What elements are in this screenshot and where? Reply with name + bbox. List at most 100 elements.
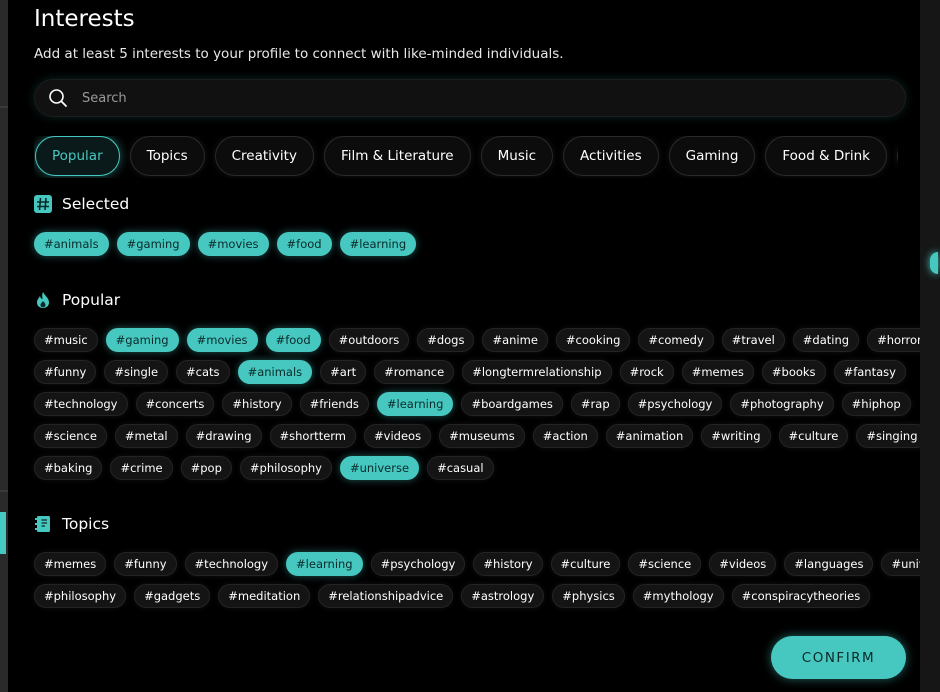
background-accent-tab [0, 512, 6, 554]
interest-tag[interactable]: #pop [180, 456, 232, 480]
search-input[interactable] [82, 90, 882, 106]
section-title-popular: Popular [62, 291, 121, 309]
interest-tag[interactable]: #shortterm [269, 424, 357, 448]
hashtag-icon [34, 195, 52, 213]
interest-tag[interactable]: #food [276, 232, 332, 256]
interest-tag[interactable]: #crime [110, 456, 173, 480]
popular-section-header: Popular [34, 291, 120, 309]
interest-tag[interactable]: #gadgets [134, 584, 211, 608]
interest-tag[interactable]: #science [34, 424, 107, 448]
interest-tag[interactable]: #single [104, 360, 169, 384]
tab-topics[interactable]: Topics [129, 136, 205, 176]
interest-tag[interactable]: #meditation [218, 584, 311, 608]
interest-tag[interactable]: #singing [856, 424, 920, 448]
interest-tag[interactable]: #animals [237, 360, 313, 384]
tab-pets[interactable]: Pets [896, 136, 898, 176]
interest-tag[interactable]: #philosophy [34, 584, 127, 608]
interest-tag[interactable]: #mythology [632, 584, 724, 608]
interest-tag[interactable]: #casual [427, 456, 494, 480]
interest-tag[interactable]: #movies [197, 232, 269, 256]
interest-tag[interactable]: #comedy [638, 328, 714, 352]
interest-tag[interactable]: #memes [34, 552, 107, 576]
interest-tag[interactable]: #astrology [461, 584, 545, 608]
interest-tag[interactable]: #videos [364, 424, 432, 448]
interest-tag[interactable]: #anime [482, 328, 548, 352]
interest-tag[interactable]: #cooking [555, 328, 631, 352]
interest-tag[interactable]: #memes [681, 360, 754, 384]
interest-tag[interactable]: #boardgames [461, 392, 563, 416]
interest-tag[interactable]: #funny [114, 552, 177, 576]
popular-tag-row: #technology #concerts #history #friends #lea… [34, 392, 911, 416]
interest-tag[interactable]: #cats [176, 360, 230, 384]
tab-film-literature[interactable]: Film & Literature [323, 136, 471, 176]
selected-tag-row: #animals #gaming #movies #food #learning [34, 232, 417, 256]
interest-tag[interactable]: #learning [339, 232, 417, 256]
interest-tag[interactable]: #culture [550, 552, 621, 576]
interest-tag[interactable]: #museums [439, 424, 525, 448]
interest-tag[interactable]: #outdoors [328, 328, 410, 352]
popular-tag-row: #baking #crime #pop #philosophy #universe #ca… [34, 456, 494, 480]
background-app-edge-right [920, 0, 940, 692]
topics-tag-row: #philosophy #gadgets #meditation #relations… [34, 584, 871, 608]
interest-tag[interactable]: #animation [605, 424, 694, 448]
interest-tag[interactable]: #food [265, 328, 321, 352]
interest-tag[interactable]: #movies [186, 328, 258, 352]
interest-tag[interactable]: #rock [619, 360, 674, 384]
interest-tag[interactable]: #concerts [135, 392, 215, 416]
interest-tag[interactable]: #romance [374, 360, 455, 384]
section-title-topics: Topics [62, 515, 110, 533]
divider [0, 106, 8, 108]
interest-tag[interactable]: #gaming [116, 232, 190, 256]
search-bar[interactable] [34, 79, 906, 117]
interest-tag[interactable]: #funny [34, 360, 97, 384]
interest-tag[interactable]: #technology [34, 392, 128, 416]
interest-tag[interactable]: #writing [701, 424, 771, 448]
interest-tag[interactable]: #gaming [105, 328, 179, 352]
confirm-button[interactable]: CONFIRM [771, 636, 906, 679]
interest-tag[interactable]: #videos [709, 552, 777, 576]
interest-tag[interactable]: #baking [34, 456, 103, 480]
interest-tag[interactable]: #conspiracytheories [731, 584, 871, 608]
interests-modal: Interests Add at least 5 interests to yo… [8, 0, 920, 692]
interest-tag[interactable]: #hiphop [841, 392, 911, 416]
interest-tag[interactable]: #dating [792, 328, 860, 352]
tab-music[interactable]: Music [480, 136, 554, 176]
interest-tag[interactable]: #culture [778, 424, 849, 448]
interest-tag[interactable]: #technology [184, 552, 279, 576]
interest-tag[interactable]: #psychology [627, 392, 723, 416]
interest-tag[interactable]: #books [761, 360, 826, 384]
interest-tag[interactable]: #travel [721, 328, 785, 352]
interest-tag[interactable]: #dogs [417, 328, 475, 352]
interest-tag[interactable]: #learning [286, 552, 363, 576]
interest-tag[interactable]: #friends [299, 392, 369, 416]
interest-tag[interactable]: #history [222, 392, 292, 416]
background-accent-handle [930, 252, 938, 274]
interest-tag[interactable]: #art [320, 360, 367, 384]
interest-tag[interactable]: #physics [552, 584, 625, 608]
interest-tag[interactable]: #universe [339, 456, 420, 480]
interest-tag[interactable]: #photography [730, 392, 834, 416]
interest-tag[interactable]: #science [628, 552, 702, 576]
interest-tag[interactable]: #fantasy [833, 360, 906, 384]
interest-tag[interactable]: #history [473, 552, 543, 576]
tab-activities[interactable]: Activities [563, 136, 659, 176]
interest-tag[interactable]: #learning [376, 392, 454, 416]
interest-tag[interactable]: #philosophy [239, 456, 332, 480]
interest-tag[interactable]: #longtermrelationship [462, 360, 612, 384]
tab-popular[interactable]: Popular [35, 136, 120, 176]
tab-creativity[interactable]: Creativity [214, 136, 314, 176]
interest-tag[interactable]: #psychology [370, 552, 466, 576]
interest-tag[interactable]: #action [532, 424, 598, 448]
interest-tag[interactable]: #music [34, 328, 98, 352]
interest-tag[interactable]: #drawing [185, 424, 262, 448]
interest-tag[interactable]: #metal [114, 424, 178, 448]
interest-tag[interactable]: #animals [34, 232, 109, 256]
interest-tag[interactable]: #languages [784, 552, 874, 576]
interest-tag[interactable]: #universe [881, 552, 920, 576]
interest-tag[interactable]: #horror [867, 328, 920, 352]
interest-tag[interactable]: #rap [570, 392, 620, 416]
interest-tag[interactable]: #relationshipadvice [318, 584, 454, 608]
tab-gaming[interactable]: Gaming [668, 136, 756, 176]
search-icon [49, 89, 67, 107]
tab-food-drink[interactable]: Food & Drink [765, 136, 887, 176]
